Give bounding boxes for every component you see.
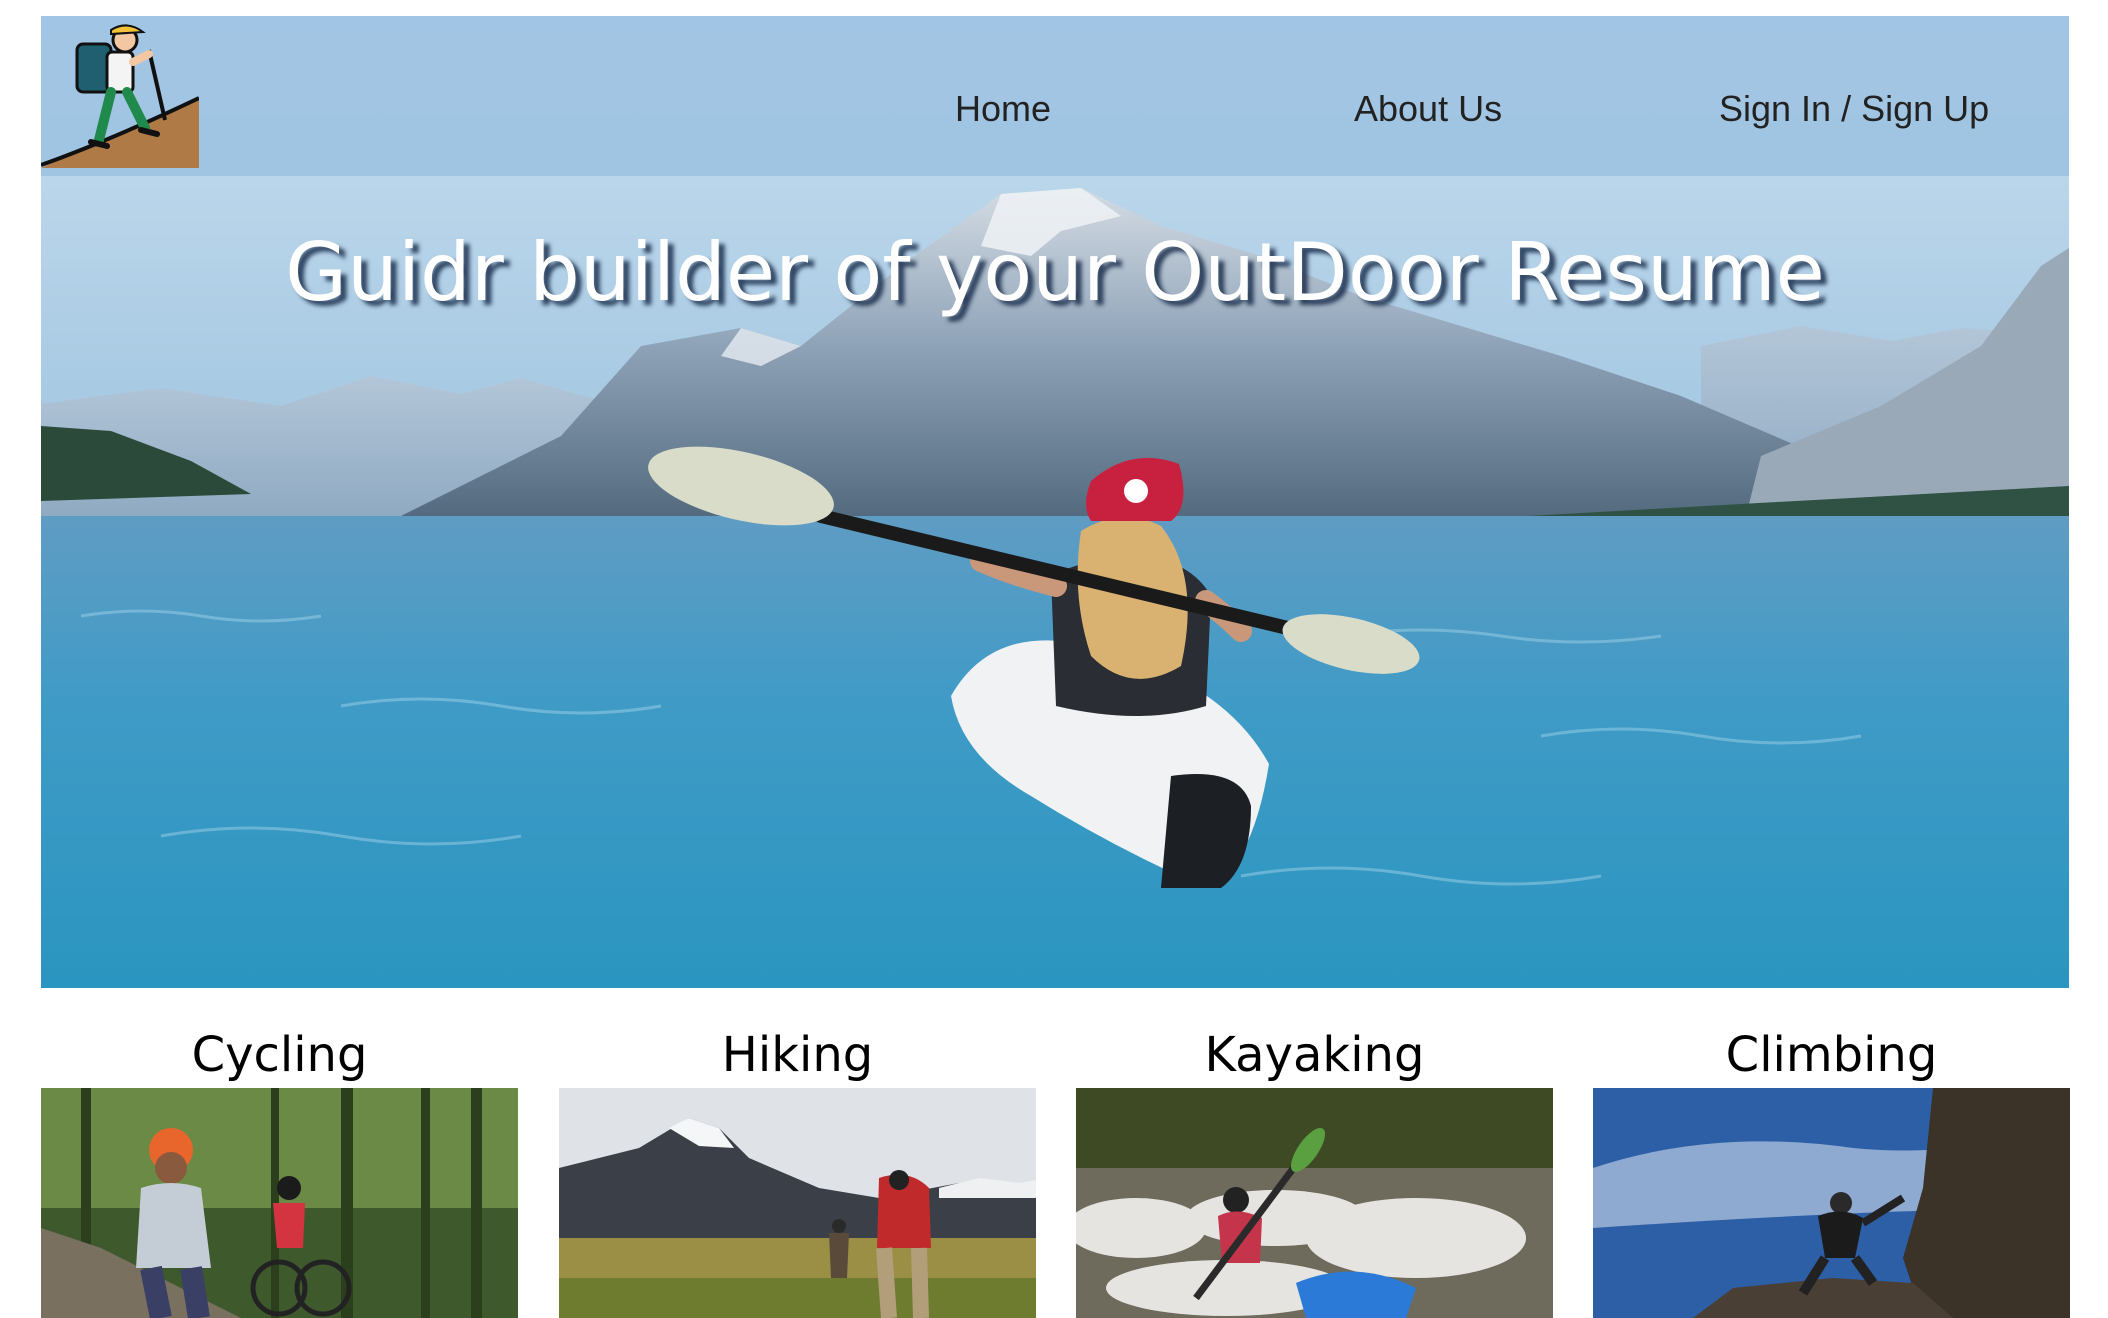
activities-section: Cycling Hiking Kayaking Climbing [41,1022,2070,1318]
activity-card-cycling[interactable]: Cycling [41,1022,518,1318]
activity-card-climbing[interactable]: Climbing [1593,1022,2070,1318]
navbar: Home About Us Sign In / Sign Up [41,16,2069,176]
activity-title: Cycling [191,1027,368,1083]
activity-title: Hiking [721,1027,874,1083]
page: Home About Us Sign In / Sign Up Guidr bu… [41,16,2070,1318]
activity-title: Climbing [1725,1027,1938,1083]
activity-card-kayaking[interactable]: Kayaking [1076,1022,1553,1318]
kayaking-image[interactable] [1076,1088,1553,1318]
climbing-image[interactable] [1593,1088,2070,1318]
nav-signin-link[interactable]: Sign In / Sign Up [1719,88,1989,130]
activity-card-hiking[interactable]: Hiking [559,1022,1036,1318]
activity-title: Kayaking [1204,1027,1425,1083]
cycling-image[interactable] [41,1088,518,1318]
hiking-image[interactable] [559,1088,1036,1318]
hiker-logo-icon[interactable] [41,20,199,168]
nav-home-link[interactable]: Home [955,88,1051,130]
hero-banner: Home About Us Sign In / Sign Up Guidr bu… [41,16,2069,988]
nav-about-link[interactable]: About Us [1354,88,1502,130]
hero-title: Guidr builder of your OutDoor Resume [285,226,1825,319]
